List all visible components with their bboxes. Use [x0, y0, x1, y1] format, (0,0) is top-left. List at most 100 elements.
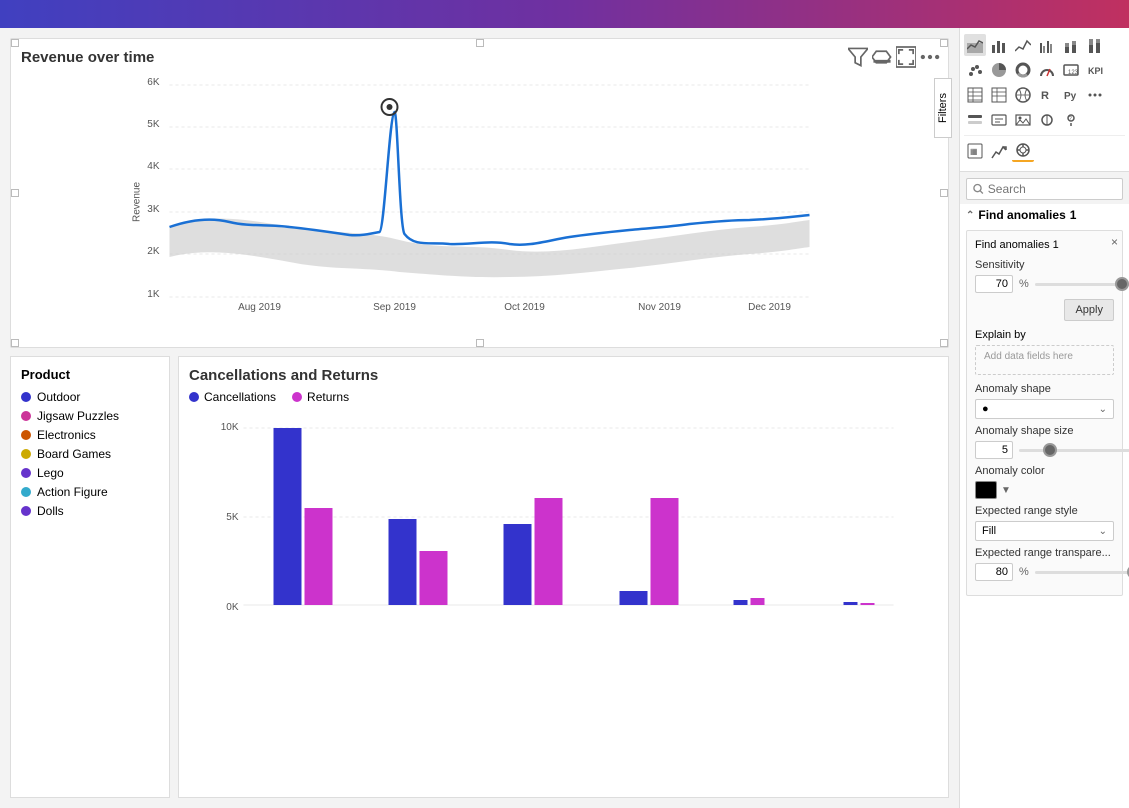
tb-scatter-icon[interactable] — [964, 59, 986, 81]
resize-handle-br[interactable] — [940, 339, 948, 347]
bar-outdoor-cancellations — [274, 428, 302, 605]
tb-image-icon[interactable] — [1012, 109, 1034, 131]
cancellations-chart-container: Cancellations and Returns Cancellations … — [178, 356, 949, 798]
search-icon — [973, 183, 984, 195]
explain-by-box[interactable]: Add data fields here — [975, 345, 1114, 375]
apply-button[interactable]: Apply — [1064, 299, 1114, 321]
content-area: Revenue over time 1K 2 — [0, 28, 959, 808]
bottom-section: Product Outdoor Jigsaw Puzzles Electroni… — [10, 356, 949, 798]
product-legend: Product Outdoor Jigsaw Puzzles Electroni… — [10, 356, 170, 798]
anomaly-card-title: Find anomalies 1 — [975, 239, 1114, 251]
tb-smart-icon[interactable] — [1012, 140, 1034, 162]
tb-matrix-icon[interactable] — [988, 84, 1010, 106]
tb-donut-icon[interactable] — [1012, 59, 1034, 81]
tb-shapes-icon[interactable] — [1036, 109, 1058, 131]
tb-grouped-bar-icon[interactable] — [1036, 34, 1058, 56]
right-panel: Filters — [959, 28, 1129, 808]
tb-gauge-icon[interactable] — [1036, 59, 1058, 81]
outdoor-label: Outdoor — [37, 390, 80, 404]
transparency-input[interactable] — [975, 563, 1013, 581]
anomaly-color-dropdown-arrow[interactable]: ▼ — [1001, 485, 1011, 496]
tb-100-stacked-icon[interactable] — [1084, 34, 1106, 56]
tb-bar-chart-icon[interactable] — [988, 34, 1010, 56]
more-options-icon[interactable] — [920, 47, 940, 67]
legend-returns-label: Returns — [307, 390, 349, 404]
tb-pie-icon[interactable] — [988, 59, 1010, 81]
anomaly-card-close-button[interactable]: × — [1111, 235, 1118, 249]
bar-y-0k: 0K — [226, 602, 239, 610]
tb-format-icon[interactable]: ▦ — [964, 140, 986, 162]
y-axis-2k: 3K — [147, 204, 160, 215]
tb-line-chart-icon[interactable] — [1012, 34, 1034, 56]
x-oct-2019: Oct 2019 — [504, 302, 545, 312]
edit-icon[interactable] — [872, 47, 892, 67]
anomaly-shape-label: Anomaly shape — [975, 383, 1114, 395]
y-axis-1k: 2K — [147, 246, 160, 257]
sensitivity-pct: % — [1019, 278, 1029, 290]
tb-map-icon[interactable] — [1012, 84, 1034, 106]
tb-stacked-bar-icon[interactable] — [1060, 34, 1082, 56]
tb-textbox-icon[interactable] — [988, 109, 1010, 131]
bar-y-10k: 10K — [221, 422, 239, 433]
tb-analytics-icon[interactable] — [988, 140, 1010, 162]
sensitivity-input[interactable] — [975, 275, 1013, 293]
tb-area-chart-icon[interactable] — [964, 34, 986, 56]
toolbar-row-3: R Py — [964, 84, 1125, 106]
resize-handle-t[interactable] — [476, 39, 484, 47]
transparency-slider[interactable] — [1035, 571, 1129, 574]
resize-handle-b[interactable] — [476, 339, 484, 347]
expand-icon[interactable] — [896, 47, 916, 67]
toolbar-row-1 — [964, 34, 1125, 56]
tb-r-icon[interactable]: R — [1036, 84, 1058, 106]
y-axis-0k: 1K — [147, 289, 160, 300]
bar-boardgames-cancellations — [620, 591, 648, 605]
filters-label: Filters — [937, 93, 949, 123]
transparency-pct: % — [1019, 566, 1029, 578]
electronics-dot — [21, 430, 31, 440]
search-box[interactable] — [966, 178, 1123, 200]
shape-size-slider[interactable] — [1019, 449, 1129, 452]
filters-tab[interactable]: Filters — [934, 78, 952, 138]
tb-qna-icon[interactable]: ? — [1060, 109, 1082, 131]
bar-dolls-cancellations — [734, 600, 748, 605]
sensitivity-slider[interactable] — [1035, 283, 1129, 286]
tb-python-icon[interactable]: Py — [1060, 84, 1082, 106]
shape-size-input[interactable] — [975, 441, 1013, 459]
anomaly-shape-value: ● — [982, 403, 989, 415]
anomaly-color-swatch[interactable] — [975, 481, 997, 499]
product-item-jigsaw: Jigsaw Puzzles — [21, 409, 159, 423]
y-axis-4k: 5K — [147, 119, 160, 130]
bar-jigsaw-returns — [535, 498, 563, 605]
tb-card-icon[interactable]: 123 — [1060, 59, 1082, 81]
anomaly-shape-dropdown[interactable]: ● ⌄ — [975, 399, 1114, 419]
filter-icon[interactable] — [848, 47, 868, 67]
dolls-dot — [21, 506, 31, 516]
tb-kpi-icon[interactable]: KPI — [1084, 59, 1106, 81]
tb-table-icon[interactable] — [964, 84, 986, 106]
resize-handle-tl[interactable] — [11, 39, 19, 47]
resize-handle-l[interactable] — [11, 189, 19, 197]
expected-range-style-dropdown[interactable]: Fill ⌄ — [975, 521, 1114, 541]
product-legend-title: Product — [21, 367, 159, 382]
bar-electronics-cancellations — [389, 519, 417, 605]
resize-handle-r[interactable] — [940, 189, 948, 197]
explain-by-label: Explain by — [975, 329, 1114, 341]
chart-icons — [848, 47, 940, 67]
cancellations-legend: Cancellations Returns — [189, 390, 938, 404]
legend-returns-dot — [292, 392, 302, 402]
tb-more-icon[interactable] — [1084, 84, 1106, 106]
chevron-down-icon[interactable]: ⌃ — [966, 210, 974, 221]
resize-handle-tr[interactable] — [940, 39, 948, 47]
y-axis-5k: 6K — [147, 77, 160, 88]
bar-boardgames-returns — [651, 498, 679, 605]
find-anomalies-header: ⌃ Find anomalies 1 — [966, 208, 1123, 222]
dolls-label: Dolls — [37, 504, 64, 518]
svg-text:KPI: KPI — [1088, 66, 1103, 76]
resize-handle-bl[interactable] — [11, 339, 19, 347]
revenue-chart-title: Revenue over time — [21, 49, 938, 66]
search-input[interactable] — [988, 182, 1116, 196]
sensitivity-label: Sensitivity — [975, 259, 1114, 271]
anomaly-shape-size-label: Anomaly shape size — [975, 425, 1114, 437]
tb-slicer-icon[interactable] — [964, 109, 986, 131]
sensitivity-row: % — [975, 275, 1114, 293]
